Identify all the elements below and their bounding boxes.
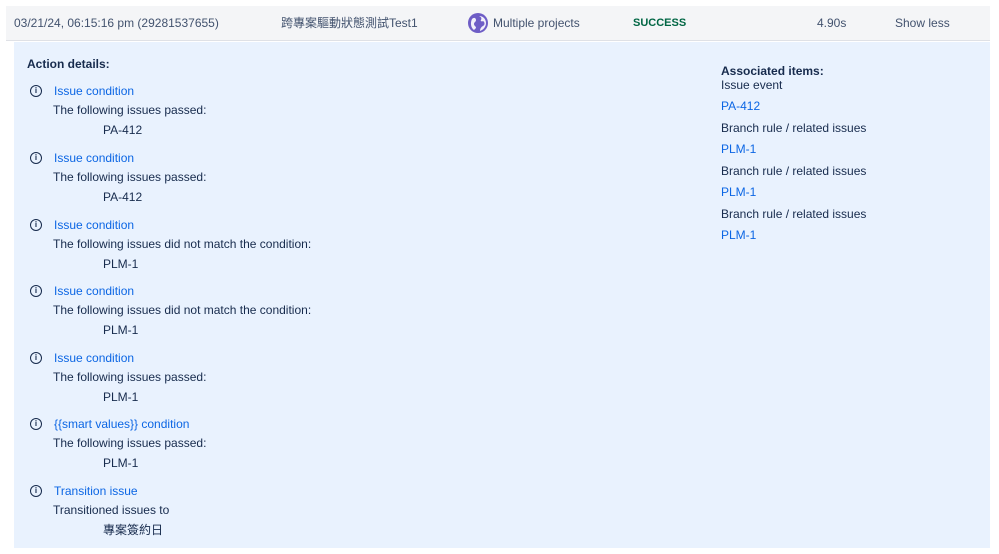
action-title-link[interactable]: Transition issue xyxy=(54,484,138,498)
associated-label: Branch rule / related issues xyxy=(721,121,867,135)
associated-items-title: Associated items: xyxy=(721,64,824,78)
action-status: 專案簽約日 xyxy=(103,523,164,537)
action-issue: PLM-1 xyxy=(103,390,139,404)
associated-issue-link[interactable]: PLM-1 xyxy=(721,228,981,242)
duration: 4.90s xyxy=(817,16,847,30)
action-issue: PLM-1 xyxy=(103,257,139,271)
action-description: The following issues passed: xyxy=(53,170,207,184)
action-description: The following issues did not match the c… xyxy=(53,303,312,317)
action-title-link[interactable]: {{smart values}} condition xyxy=(54,417,189,431)
status-badge: SUCCESS xyxy=(633,17,687,29)
action-title-link[interactable]: Issue condition xyxy=(54,284,134,298)
action-entry: i Transition issue Transitioned issues t… xyxy=(30,483,450,538)
associated-label: Branch rule / related issues xyxy=(721,164,867,178)
action-issue: PLM-1 xyxy=(103,456,139,470)
show-less-toggle[interactable]: Show less xyxy=(895,6,950,40)
action-title-link[interactable]: Issue condition xyxy=(54,84,134,98)
action-entry: i {{smart values}} condition The followi… xyxy=(30,416,450,471)
audit-log-row[interactable]: 03/21/24, 06:15:16 pm (29281537655) 跨專案驅… xyxy=(6,6,990,41)
info-icon: i xyxy=(30,485,42,497)
associated-label: Branch rule / related issues xyxy=(721,207,867,221)
action-entry: i Issue condition The following issues d… xyxy=(30,217,450,272)
action-description: The following issues did not match the c… xyxy=(53,237,312,251)
action-entry: i Issue condition The following issues p… xyxy=(30,350,450,405)
rule-name: 跨專案驅動狀態測試Test1 xyxy=(281,16,418,30)
globe-icon xyxy=(468,13,488,33)
action-details-title: Action details: xyxy=(27,57,110,71)
info-icon: i xyxy=(30,352,42,364)
associated-issue-link[interactable]: PLM-1 xyxy=(721,142,981,156)
action-entry: i Issue condition The following issues p… xyxy=(30,83,450,138)
action-issue: PLM-1 xyxy=(103,323,139,337)
action-title-link[interactable]: Issue condition xyxy=(54,151,134,165)
project-label: Multiple projects xyxy=(493,16,580,30)
action-issue: PA-412 xyxy=(103,190,143,204)
info-icon: i xyxy=(30,219,42,231)
action-description: The following issues passed: xyxy=(53,436,207,450)
action-title-link[interactable]: Issue condition xyxy=(54,351,134,365)
info-icon: i xyxy=(30,85,42,97)
associated-issue-link[interactable]: PA-412 xyxy=(721,99,981,113)
action-title-link[interactable]: Issue condition xyxy=(54,218,134,232)
info-icon: i xyxy=(30,152,42,164)
associated-label: Issue event xyxy=(721,78,783,92)
action-issue: PA-412 xyxy=(103,123,143,137)
action-entry: i Issue condition The following issues d… xyxy=(30,283,450,338)
associated-items: Associated items: Issue event PA-412 Bra… xyxy=(721,64,981,242)
action-entry: i Issue condition The following issues p… xyxy=(30,150,450,205)
action-description: The following issues passed: xyxy=(53,370,207,384)
associated-issue-link[interactable]: PLM-1 xyxy=(721,185,981,199)
project-scope: Multiple projects xyxy=(468,6,580,40)
info-icon: i xyxy=(30,418,42,430)
action-description: Transitioned issues to xyxy=(53,503,170,517)
timestamp: 03/21/24, 06:15:16 pm (29281537655) xyxy=(14,16,219,30)
details-panel: Action details: i Issue condition The fo… xyxy=(14,42,990,548)
info-icon: i xyxy=(30,285,42,297)
action-description: The following issues passed: xyxy=(53,103,207,117)
